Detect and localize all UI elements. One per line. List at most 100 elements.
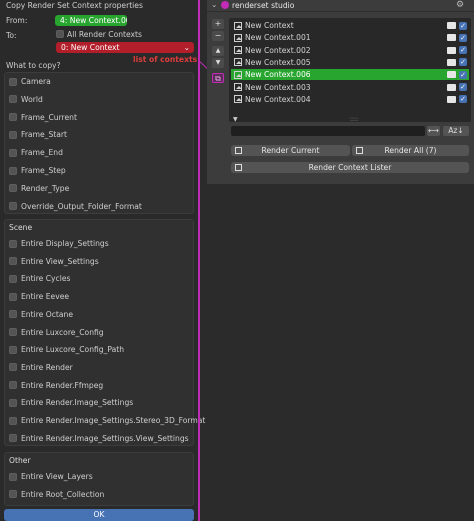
collapse-chevron-icon[interactable]: ⌄ [211,0,217,9]
folder-icon[interactable] [447,58,456,66]
copy-option-checkbox[interactable] [9,310,17,319]
copy-option-checkbox[interactable] [9,148,17,157]
copy-option-entire-luxcore-config[interactable]: Entire Luxcore_Config [9,327,104,338]
copy-option-entire-render-ffmpeg[interactable]: Entire Render.Ffmpeg [9,380,103,391]
ok-button[interactable]: OK [4,509,194,521]
render-image-icon [234,95,242,104]
copy-option-checkbox[interactable] [9,416,17,425]
resize-handle-icon[interactable]: :::: [350,116,358,123]
copy-option-checkbox[interactable] [9,363,17,372]
context-name[interactable]: New Context.002 [245,46,311,55]
add-context-button[interactable]: + [212,19,224,29]
renderset-header[interactable]: ⌄ renderset studio ⚙ [207,0,474,12]
copy-option-checkbox[interactable] [9,113,17,122]
copy-option-frame-step[interactable]: Frame_Step [9,165,66,176]
copy-option-world[interactable]: World [9,94,43,105]
copy-option-entire-eevee[interactable]: Entire Eevee [9,291,69,302]
render-current-button[interactable]: Render Current [231,145,350,156]
context-name[interactable]: New Context.004 [245,95,311,104]
copy-option-entire-render-image-settings[interactable]: Entire Render.Image_Settings [9,397,133,408]
render-grid-icon [356,147,363,154]
copy-option-checkbox[interactable] [9,345,17,354]
folder-icon[interactable] [447,22,456,29]
context-enabled-checkbox[interactable]: ✓ [459,95,467,104]
context-enabled-checkbox[interactable]: ✓ [459,70,467,79]
copy-option-checkbox[interactable] [9,77,17,86]
context-name[interactable]: New Context.003 [245,83,311,92]
folder-icon[interactable] [447,34,456,42]
copy-option-checkbox[interactable] [9,398,17,407]
copy-option-checkbox[interactable] [9,184,17,193]
copy-option-entire-view-settings[interactable]: Entire View_Settings [9,256,99,267]
context-list-item[interactable]: New Context ✓ [231,20,469,31]
context-name[interactable]: New Context.001 [245,33,311,42]
move-up-button[interactable]: ▲ [212,46,224,56]
folder-icon[interactable] [447,95,456,103]
context-lister-button[interactable]: Render Context Lister [231,162,469,173]
context-list-item[interactable]: New Context.001 ✓ [231,32,469,43]
context-enabled-checkbox[interactable]: ✓ [459,46,467,55]
remove-context-button[interactable]: − [212,31,224,41]
copy-option-checkbox[interactable] [9,490,17,498]
render-current-label: Render Current [261,146,320,155]
copy-option-checkbox[interactable] [9,472,17,481]
filter-input[interactable] [231,126,425,136]
copy-option-entire-render-image-settings-stereo-3d-format[interactable]: Entire Render.Image_Settings.Stereo_3D_F… [9,415,205,426]
context-name[interactable]: New Context.006 [245,70,311,79]
copy-option-checkbox[interactable] [9,166,17,175]
context-enabled-checkbox[interactable]: ✓ [459,33,467,42]
context-enabled-checkbox[interactable]: ✓ [459,58,467,67]
copy-option-entire-luxcore-config-path[interactable]: Entire Luxcore_Config_Path [9,344,124,355]
copy-option-checkbox[interactable] [9,434,17,443]
copy-option-entire-cycles[interactable]: Entire Cycles [9,273,70,284]
copy-option-render-type[interactable]: Render_Type [9,183,69,194]
render-all-label: Render All (7) [384,146,437,155]
gear-icon[interactable]: ⚙ [456,0,464,10]
renderset-logo-icon [221,1,229,9]
copy-option-frame-end[interactable]: Frame_End [9,147,63,158]
swap-icon[interactable]: ⟷ [427,126,440,136]
context-list-item[interactable]: New Context.005 ✓ [231,57,469,68]
copy-option-checkbox[interactable] [9,328,17,336]
copy-option-entire-display-settings[interactable]: Entire Display_Settings [9,238,109,249]
copy-option-label: Entire View_Settings [21,256,99,266]
copy-option-checkbox[interactable] [9,274,17,283]
copy-option-entire-octane[interactable]: Entire Octane [9,309,73,320]
copy-option-entire-render[interactable]: Entire Render [9,362,73,373]
copy-option-entire-view-layers[interactable]: Entire View_Layers [9,471,93,482]
sort-alpha-button[interactable]: Az↓ [443,126,469,136]
all-contexts-checkbox[interactable] [56,30,64,38]
context-enabled-checkbox[interactable]: ✓ [459,21,467,30]
copy-option-checkbox[interactable] [9,239,17,248]
copy-option-label: Entire Render.Image_Settings.Stereo_3D_F… [21,416,206,425]
copy-option-camera[interactable]: Camera [9,76,51,87]
copy-option-entire-root-collection[interactable]: Entire Root_Collection [9,489,104,500]
copy-option-checkbox[interactable] [9,130,17,139]
render-all-button[interactable]: Render All (7) [352,145,469,156]
from-context-field[interactable]: 4: New Context.006 [55,15,127,26]
folder-icon[interactable] [447,46,456,54]
to-context-dropdown[interactable]: 0: New Context ⌄ [56,42,194,53]
folder-icon[interactable] [447,71,456,79]
copy-option-frame-start[interactable]: Frame_Start [9,129,67,140]
copy-option-checkbox[interactable] [9,292,17,301]
copy-option-override-output-folder-format[interactable]: Override_Output_Folder_Format [9,201,142,212]
filter-toggle-icon[interactable]: ▼ [233,116,238,123]
copy-option-checkbox[interactable] [9,257,17,266]
context-name[interactable]: New Context [245,21,294,30]
copy-option-checkbox[interactable] [9,381,17,390]
copy-option-frame-current[interactable]: Frame_Current [9,112,77,123]
context-list-item[interactable]: New Context.003 ✓ [231,82,469,93]
move-down-button[interactable]: ▼ [212,58,224,68]
context-list-item[interactable]: New Context.006 ✓ [231,69,469,81]
copy-option-checkbox[interactable] [9,202,17,211]
context-list-item[interactable]: New Context.002 ✓ [231,45,469,56]
context-name[interactable]: New Context.005 [245,58,311,67]
context-enabled-checkbox[interactable]: ✓ [459,83,467,91]
copy-properties-button[interactable]: ⧉ [212,73,224,83]
folder-icon[interactable] [447,83,456,91]
context-list-item[interactable]: New Context.004 ✓ [231,94,469,105]
copy-option-checkbox[interactable] [9,95,17,104]
copy-option-entire-render-image-settings-view-settings[interactable]: Entire Render.Image_Settings.View_Settin… [9,433,189,444]
copy-option-label: Render_Type [21,183,70,193]
